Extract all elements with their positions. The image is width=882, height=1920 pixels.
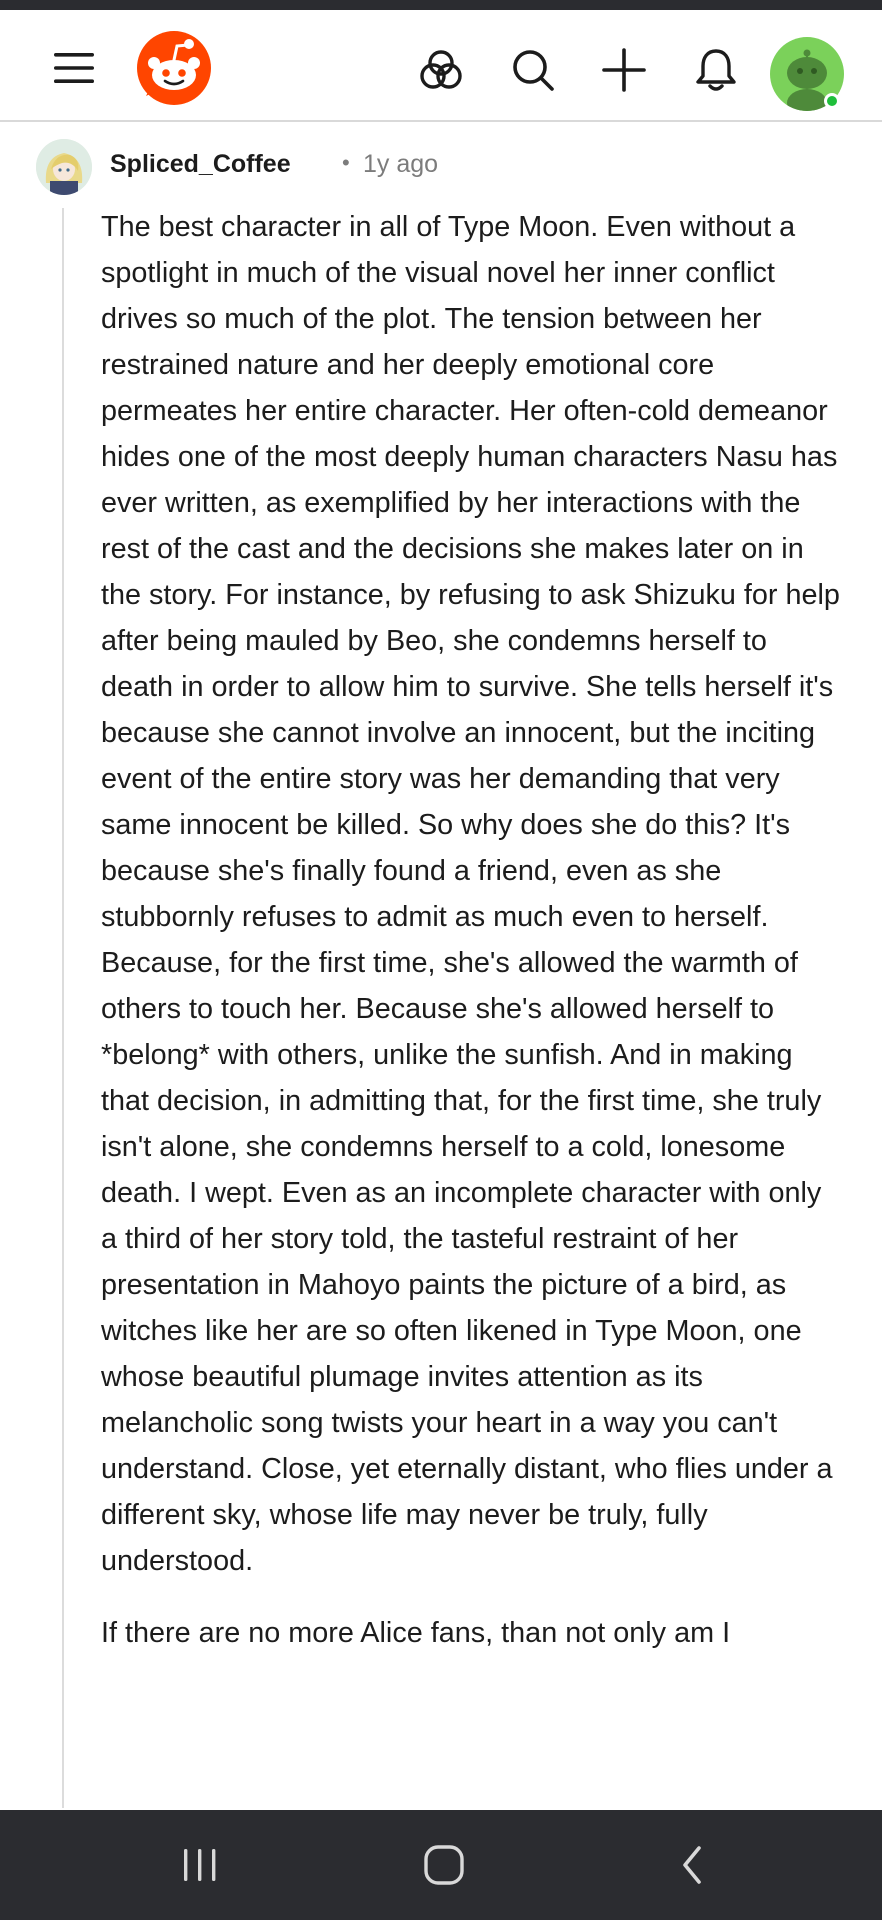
- home-button[interactable]: [404, 1810, 484, 1920]
- menu-button[interactable]: [44, 38, 104, 98]
- reddit-logo: [137, 31, 211, 105]
- notifications-button[interactable]: [686, 40, 746, 100]
- menu-icon: [54, 53, 94, 83]
- system-navigation-bar: [0, 1810, 882, 1920]
- create-post-button[interactable]: [594, 40, 654, 100]
- header-divider: [0, 120, 882, 122]
- comment-paragraph: If there are no more Alice fans, than no…: [101, 1617, 731, 1649]
- user-avatar[interactable]: [36, 139, 92, 195]
- comment-header: Spliced_Coffee • 1y ago: [36, 136, 856, 196]
- home-logo-button[interactable]: [134, 28, 214, 108]
- back-button[interactable]: [652, 1810, 732, 1920]
- recent-apps-icon: [184, 1849, 216, 1881]
- communities-icon: [420, 50, 462, 89]
- search-button[interactable]: [503, 40, 563, 100]
- status-bar-strip: [0, 0, 882, 10]
- comment-body: The best character in all of Type Moon. …: [101, 204, 841, 1682]
- notifications-icon: [696, 49, 736, 91]
- anime-avatar-icon: [36, 139, 92, 195]
- comment-author[interactable]: Spliced_Coffee: [110, 150, 291, 179]
- communities-button[interactable]: [411, 40, 471, 100]
- create-post-icon: [602, 48, 646, 92]
- search-icon: [513, 50, 554, 91]
- home-icon: [424, 1845, 464, 1885]
- top-app-bar: [0, 10, 882, 120]
- comment-timestamp: 1y ago: [363, 150, 439, 178]
- online-status-dot: [824, 93, 840, 109]
- thread-line[interactable]: [62, 208, 64, 1808]
- recent-apps-button[interactable]: [160, 1810, 240, 1920]
- back-icon: [683, 1846, 701, 1884]
- meta-separator: •: [342, 150, 350, 175]
- comment-paragraph: The best character in all of Type Moon. …: [101, 211, 840, 1577]
